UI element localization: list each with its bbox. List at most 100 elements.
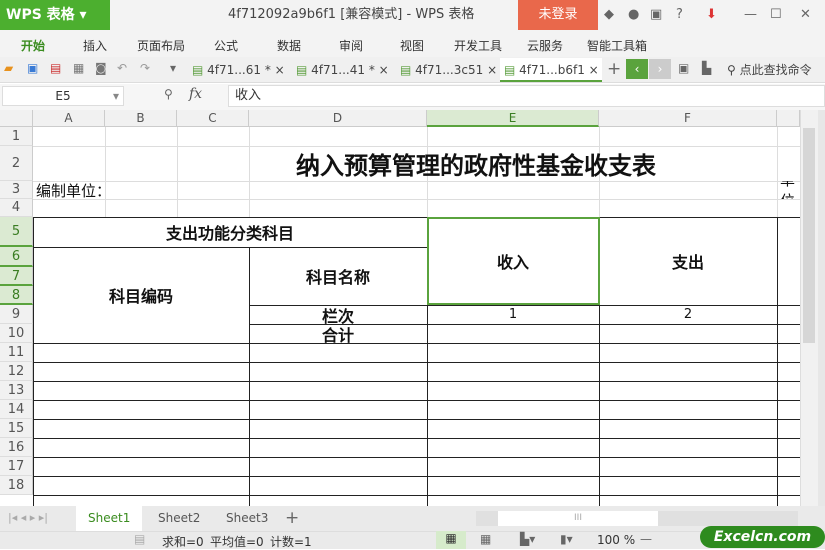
doc-icon: ▤ bbox=[296, 63, 308, 77]
row-header-9[interactable]: 9 bbox=[0, 305, 33, 324]
doc-tab[interactable]: ▤ 4f71...3c51 × bbox=[396, 58, 498, 82]
menu-insert[interactable]: 插入 bbox=[83, 37, 107, 54]
row-header-14[interactable]: 14 bbox=[0, 400, 33, 419]
header-subject-code[interactable]: 科目编码 bbox=[33, 247, 249, 343]
tab-next-button[interactable]: › bbox=[649, 59, 671, 79]
save-icon[interactable]: ▣ bbox=[27, 61, 38, 75]
row-header-10[interactable]: 10 bbox=[0, 324, 33, 343]
menu-cloud[interactable]: 云服务 bbox=[527, 37, 563, 54]
download-icon[interactable]: ⬇ bbox=[706, 7, 717, 22]
maximize-button[interactable]: ☐ bbox=[770, 7, 782, 22]
watermark-logo: Excelcn.com bbox=[700, 526, 825, 548]
zoom-level[interactable]: 100 % bbox=[597, 533, 635, 547]
column-number-2[interactable]: 2 bbox=[599, 305, 777, 324]
fx-button[interactable]: fx bbox=[189, 86, 202, 102]
doc-tab[interactable]: ▤ 4f71...41 * × bbox=[292, 58, 392, 82]
feedback-icon[interactable]: ▣ bbox=[650, 7, 662, 22]
header-expense[interactable]: 支出 bbox=[599, 217, 777, 305]
header-subject-name[interactable]: 科目名称 bbox=[249, 247, 427, 305]
horizontal-scroll-thumb[interactable]: III bbox=[498, 511, 658, 526]
zoom-out-button[interactable]: — bbox=[640, 532, 652, 546]
tab-prev-button[interactable]: ‹ bbox=[626, 59, 648, 79]
column-header-e[interactable]: E bbox=[427, 110, 599, 127]
row-header-13[interactable]: 13 bbox=[0, 381, 33, 400]
side-panel-strip[interactable] bbox=[818, 110, 825, 506]
screen-icon[interactable]: ▣ bbox=[678, 61, 689, 75]
doc-tab[interactable]: ▤ 4f71...61 * × bbox=[188, 58, 288, 82]
unit-label[interactable]: 单位 bbox=[780, 181, 800, 199]
format-icon[interactable]: ▙ bbox=[702, 61, 711, 75]
grid-line bbox=[33, 343, 800, 344]
status-sum: 求和=0 bbox=[162, 535, 204, 549]
print-preview-icon[interactable]: ◙ bbox=[95, 61, 107, 75]
login-button[interactable]: 未登录 bbox=[518, 0, 598, 30]
app-menu-button[interactable]: WPS 表格 ▾ bbox=[0, 0, 110, 30]
sheet-tab-sheet1[interactable]: Sheet1 bbox=[76, 506, 143, 531]
print-icon[interactable]: ▦ bbox=[73, 61, 84, 75]
row-header-17[interactable]: 17 bbox=[0, 457, 33, 476]
column-header-b[interactable]: B bbox=[105, 110, 177, 127]
row-header-6[interactable]: 6 bbox=[0, 247, 33, 267]
grid-line bbox=[177, 127, 178, 217]
row-header-5[interactable]: 5 bbox=[0, 217, 33, 247]
sheet-title[interactable]: 纳入预算管理的政府性基金收支表 bbox=[249, 146, 800, 181]
sheet-tab-sheet2[interactable]: Sheet2 bbox=[146, 506, 212, 531]
search-command[interactable]: ⚲ 点此查找命令 bbox=[727, 61, 812, 78]
row-header-2[interactable]: 2 bbox=[0, 146, 33, 181]
column-header-c[interactable]: C bbox=[177, 110, 249, 127]
menu-review[interactable]: 审阅 bbox=[339, 37, 363, 54]
zoom-formula-icon[interactable]: ⚲ bbox=[164, 87, 173, 101]
add-sheet-button[interactable]: + bbox=[285, 508, 299, 528]
column-number-1[interactable]: 1 bbox=[427, 305, 599, 324]
doc-tab-active[interactable]: ▤ 4f71...b6f1 × bbox=[500, 58, 602, 82]
close-button[interactable]: ✕ bbox=[800, 7, 811, 22]
minimize-button[interactable]: — bbox=[744, 7, 757, 22]
select-all-corner[interactable] bbox=[0, 110, 33, 127]
menu-home[interactable]: 开始 bbox=[21, 37, 45, 54]
redo-icon[interactable]: ↷ bbox=[140, 61, 150, 75]
header-function-category[interactable]: 支出功能分类科目 bbox=[33, 217, 427, 247]
menu-data[interactable]: 数据 bbox=[277, 37, 301, 54]
menu-formula[interactable]: 公式 bbox=[214, 37, 238, 54]
toolbar-dropdown[interactable]: ▾ bbox=[170, 61, 176, 75]
grid-line bbox=[33, 438, 800, 439]
row-header-11[interactable]: 11 bbox=[0, 343, 33, 362]
menu-smart-tools[interactable]: 智能工具箱 bbox=[587, 37, 647, 54]
column-header-f[interactable]: F bbox=[599, 110, 777, 127]
row-header-1[interactable]: 1 bbox=[0, 127, 33, 146]
column-header-d[interactable]: D bbox=[249, 110, 427, 127]
open-icon[interactable]: ▰ bbox=[4, 61, 13, 75]
export-pdf-icon[interactable]: ▤ bbox=[50, 61, 61, 75]
row-header-12[interactable]: 12 bbox=[0, 362, 33, 381]
normal-view-icon[interactable]: ▦ bbox=[436, 531, 466, 549]
status-count: 计数=1 bbox=[270, 535, 312, 549]
menu-page-layout[interactable]: 页面布局 bbox=[137, 37, 185, 54]
menu-developer[interactable]: 开发工具 bbox=[454, 37, 502, 54]
sheet-nav-arrows[interactable]: |◂ ◂ ▸ ▸| bbox=[8, 511, 48, 524]
vertical-scroll-thumb[interactable] bbox=[803, 128, 815, 343]
compiler-label[interactable]: 编制单位： bbox=[36, 181, 111, 200]
row-header-3[interactable]: 3 bbox=[0, 181, 33, 199]
row-header-15[interactable]: 15 bbox=[0, 419, 33, 438]
row-header-16[interactable]: 16 bbox=[0, 438, 33, 457]
settings-icon[interactable]: ● bbox=[628, 7, 639, 22]
row-header-8[interactable]: 8 bbox=[0, 286, 33, 305]
row-label-total[interactable]: 合计 bbox=[249, 324, 427, 345]
help-button[interactable]: ? bbox=[676, 7, 683, 22]
row-header-18[interactable]: 18 bbox=[0, 476, 33, 495]
eye-protection-icon[interactable]: ▮▾ bbox=[560, 532, 573, 546]
menu-view[interactable]: 视图 bbox=[400, 37, 424, 54]
new-tab-button[interactable]: + bbox=[607, 59, 621, 79]
row-header-4[interactable]: 4 bbox=[0, 199, 33, 217]
row-header-7[interactable]: 7 bbox=[0, 267, 33, 286]
formula-input[interactable]: 收入 bbox=[228, 85, 825, 107]
reading-mode-icon[interactable]: ▙▾ bbox=[520, 532, 535, 546]
selected-cell-e5[interactable] bbox=[427, 217, 600, 305]
sheet-tab-sheet3[interactable]: Sheet3 bbox=[214, 506, 280, 531]
skin-icon[interactable]: ◆ bbox=[604, 7, 614, 22]
column-header-a[interactable]: A bbox=[33, 110, 105, 127]
column-header-g[interactable] bbox=[777, 110, 800, 127]
name-box[interactable]: E5 ▾ bbox=[2, 86, 124, 106]
page-break-view-icon[interactable]: ▦ bbox=[480, 532, 491, 546]
undo-icon[interactable]: ↶ bbox=[117, 61, 127, 75]
